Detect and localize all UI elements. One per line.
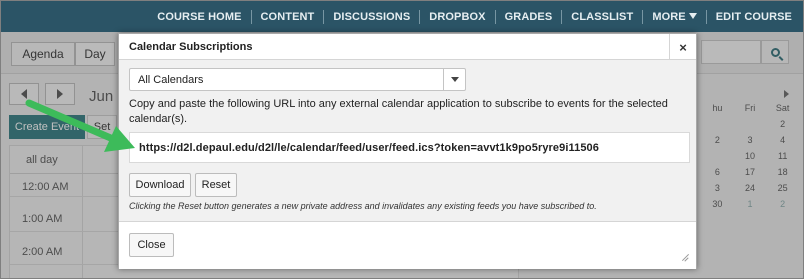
- nav-dropbox[interactable]: DROPBOX: [420, 11, 494, 23]
- subscription-instructions: Copy and paste the following URL into an…: [129, 98, 668, 125]
- reset-button[interactable]: Reset: [195, 173, 237, 197]
- subscription-url-box[interactable]: https://d2l.depaul.edu/d2l/le/calendar/f…: [129, 132, 690, 163]
- subscription-url[interactable]: https://d2l.depaul.edu/d2l/le/calendar/f…: [139, 142, 599, 154]
- close-icon[interactable]: ×: [669, 34, 696, 60]
- close-button[interactable]: Close: [129, 233, 174, 257]
- top-nav-bar: COURSE HOME CONTENT DISCUSSIONS DROPBOX …: [1, 1, 803, 32]
- nav-edit-course[interactable]: EDIT COURSE: [707, 11, 801, 23]
- dialog-footer: Close: [119, 221, 696, 269]
- nav-content[interactable]: CONTENT: [252, 11, 324, 23]
- chevron-down-icon: [688, 12, 697, 19]
- nav-grades[interactable]: GRADES: [496, 11, 562, 23]
- calendar-select[interactable]: All Calendars: [129, 68, 466, 91]
- screenshot-frame: COURSE HOME CONTENT DISCUSSIONS DROPBOX …: [0, 0, 804, 279]
- resize-handle-icon[interactable]: [680, 253, 688, 261]
- dialog-header: Calendar Subscriptions ×: [119, 34, 696, 60]
- nav-discussions[interactable]: DISCUSSIONS: [324, 11, 419, 23]
- dropdown-button[interactable]: [443, 69, 465, 90]
- nav-more[interactable]: MORE: [643, 11, 705, 23]
- chevron-down-icon: [450, 77, 459, 82]
- download-button[interactable]: Download: [129, 173, 191, 197]
- dialog-title: Calendar Subscriptions: [129, 41, 253, 53]
- calendar-subscriptions-dialog: Calendar Subscriptions × All Calendars C…: [118, 33, 697, 269]
- nav-classlist[interactable]: CLASSLIST: [562, 11, 642, 23]
- nav-course-home[interactable]: COURSE HOME: [148, 11, 250, 23]
- reset-warning-note: Clicking the Reset button generates a ne…: [129, 201, 597, 211]
- nav-more-label: MORE: [652, 10, 686, 23]
- calendar-select-value: All Calendars: [138, 74, 204, 86]
